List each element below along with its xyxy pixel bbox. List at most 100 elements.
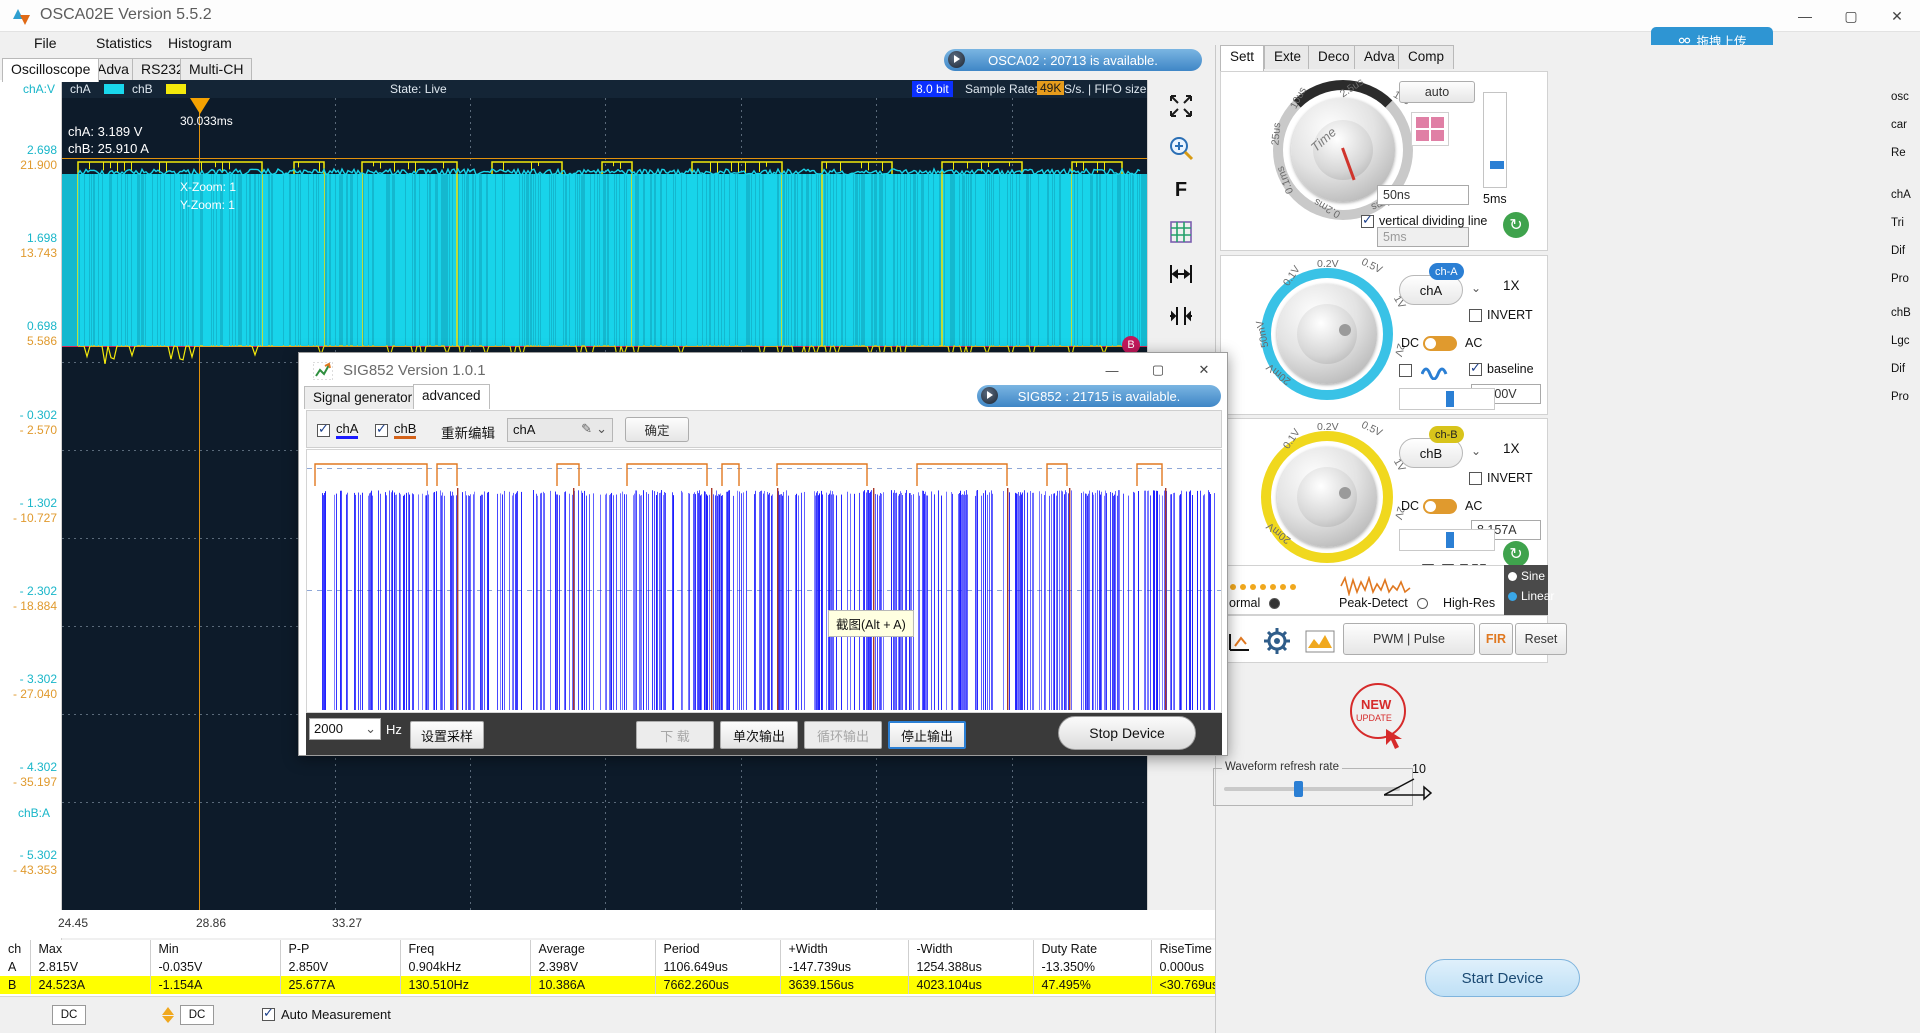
cha-baseline-checkbox[interactable]: baseline [1469, 362, 1534, 376]
cha-invert-checkbox[interactable]: INVERT [1469, 308, 1533, 322]
sig852-loop-output-button[interactable]: 循环输出 [804, 721, 882, 749]
cha-wave-icon[interactable] [1421, 360, 1451, 380]
cha-invert-label: INVERT [1487, 308, 1533, 322]
horizontal-measure-icon[interactable] [1158, 254, 1204, 294]
close-button[interactable]: ✕ [1874, 0, 1920, 32]
legend-cha-swatch [104, 84, 124, 94]
side-tab-dif-b[interactable]: Dif [1888, 355, 1920, 383]
side-tab-chb[interactable]: chB [1888, 293, 1920, 327]
minimize-button[interactable]: — [1782, 0, 1828, 32]
side-tab-dif-a[interactable]: Dif [1888, 237, 1920, 265]
panel-tab-sett[interactable]: Sett [1220, 45, 1264, 71]
sig852-chb-checkbox[interactable]: chB [375, 421, 416, 439]
sine-option[interactable]: Sine [1508, 569, 1545, 583]
cha-baseline-checkbox-left[interactable] [1399, 364, 1412, 380]
pwm-pulse-button[interactable]: PWM | Pulse [1343, 623, 1475, 655]
auto-measurement-checkbox[interactable]: Auto Measurement [262, 1007, 391, 1022]
chb-invert-checkbox[interactable]: INVERT [1469, 471, 1533, 485]
sig852-toolbar: chA chB 重新编辑 chA ✎ ⌄ 确定 [306, 410, 1222, 448]
chart-icon[interactable] [1305, 628, 1335, 654]
cursor-measure-icon[interactable] [1227, 628, 1253, 654]
v-label-a-5: - 2.302 [20, 584, 57, 598]
cell-ch: A [0, 958, 30, 976]
sig852-single-output-button[interactable]: 单次输出 [720, 721, 798, 749]
grid-icon[interactable] [1158, 212, 1204, 252]
sig852-channel-select[interactable]: chA ✎ ⌄ [507, 418, 613, 442]
sig852-tab-advanced[interactable]: advanced [413, 384, 490, 409]
cell-ch: B [0, 976, 30, 994]
expand-icon[interactable] [1158, 86, 1204, 126]
timebase-slider-knob[interactable] [1490, 161, 1504, 169]
refresh-slider-knob[interactable] [1294, 781, 1303, 797]
peak-detect-radio[interactable] [1417, 598, 1428, 609]
sig852-close-button[interactable]: ✕ [1181, 353, 1227, 387]
chb-level-slider[interactable] [1399, 529, 1495, 551]
gear-icon[interactable] [1261, 626, 1293, 656]
linear-option[interactable]: Linear [1508, 589, 1554, 603]
sig852-maximize-button[interactable]: ▢ [1135, 353, 1181, 387]
sig852-confirm-button[interactable]: 确定 [625, 417, 689, 442]
new-update-badge[interactable]: NEW UPDATE [1350, 683, 1410, 743]
dc-chip-a[interactable]: DC [52, 1005, 86, 1025]
timebase-grid-icon[interactable] [1411, 112, 1449, 146]
side-tab-tri[interactable]: Tri [1888, 209, 1920, 237]
table-row[interactable]: A 2.815V -0.035V 2.850V 0.904kHz 2.398V … [0, 958, 1395, 976]
v-label-b-6: - 27.040 [13, 687, 57, 701]
timebase-refresh-icon[interactable]: ↻ [1503, 212, 1529, 238]
cha-knob[interactable] [1277, 284, 1377, 384]
cha-coupling-toggle[interactable] [1423, 336, 1457, 351]
side-tab-pro-a[interactable]: Pro [1888, 265, 1920, 293]
sig852-rate-select[interactable]: 2000 ⌄ [309, 718, 381, 740]
f-button-icon[interactable]: F [1158, 170, 1204, 210]
cha-chevron-down-icon[interactable]: ⌄ [1471, 281, 1481, 295]
tab-multi-ch[interactable]: Multi-CH [180, 58, 252, 80]
timebase-value-field[interactable]: 50ns [1377, 185, 1469, 205]
panel-tab-comp[interactable]: Comp [1398, 45, 1454, 69]
sig852-download-button[interactable]: 下 载 [636, 721, 714, 749]
narrow-measure-icon[interactable] [1158, 296, 1204, 336]
trigger-marker-icon[interactable] [190, 98, 210, 114]
auto-button[interactable]: auto [1399, 81, 1475, 103]
side-tab-pro-b[interactable]: Pro [1888, 383, 1920, 411]
refresh-arrow-icon [1384, 775, 1432, 801]
new-update-line1: NEW [1361, 697, 1391, 712]
refresh-slider-track[interactable] [1224, 787, 1400, 791]
sig852-minimize-button[interactable]: — [1089, 353, 1135, 387]
chb-chevron-down-icon[interactable]: ⌄ [1471, 444, 1481, 458]
side-tab-osc[interactable]: osc [1888, 83, 1920, 111]
menu-item-file[interactable]: File [26, 34, 65, 52]
cha-level-slider[interactable] [1399, 388, 1495, 410]
sig852-stop-device-button[interactable]: Stop Device [1058, 716, 1196, 750]
tab-oscilloscope[interactable]: Oscilloscope [2, 58, 99, 82]
side-tab-re[interactable]: Re [1888, 139, 1920, 167]
side-tab-car[interactable]: car [1888, 111, 1920, 139]
vertical-dividing-line-checkbox[interactable]: vertical dividing line [1361, 214, 1487, 228]
sig852-stop-output-button[interactable]: 停止输出 [888, 721, 966, 749]
sig852-cha-checkbox[interactable]: chA [317, 421, 358, 439]
sig852-tab-signal-generator[interactable]: Signal generator [304, 386, 421, 409]
chb-knob[interactable] [1277, 447, 1377, 547]
panel-tab-exte[interactable]: Exte [1264, 45, 1311, 69]
timebase-slider-track[interactable] [1483, 92, 1507, 188]
chb-coupling-toggle[interactable] [1423, 499, 1457, 514]
maximize-button[interactable]: ▢ [1828, 0, 1874, 32]
vertical-dividing-line-label: vertical dividing line [1379, 214, 1487, 228]
peak-detect-label: Peak-Detect [1339, 596, 1408, 610]
sig852-set-sample-button[interactable]: 设置采样 [410, 721, 484, 749]
zoom-in-icon[interactable] [1158, 128, 1204, 168]
timebase-lower-field[interactable]: 5ms [1377, 227, 1469, 247]
start-device-button[interactable]: Start Device [1425, 959, 1580, 997]
normal-mode-radio[interactable] [1269, 598, 1280, 609]
panel-tab-deco[interactable]: Deco [1308, 45, 1360, 69]
side-tab-lgc[interactable]: Lgc [1888, 327, 1920, 355]
dc-chip-b[interactable]: DC [180, 1005, 214, 1025]
sig852-signal-plot[interactable] [306, 449, 1222, 713]
side-tab-cha[interactable]: chA [1888, 167, 1920, 209]
trigger-level-icon[interactable] [160, 1005, 176, 1025]
menu-item-statistics[interactable]: Statistics [88, 34, 160, 52]
menu-item-histogram[interactable]: Histogram [160, 34, 240, 52]
cell-period: 1106.649us [655, 958, 780, 976]
fir-button[interactable]: FIR [1479, 623, 1513, 655]
reset-button[interactable]: Reset [1515, 623, 1567, 655]
table-row[interactable]: B 24.523A -1.154A 25.677A 130.510Hz 10.3… [0, 976, 1395, 994]
